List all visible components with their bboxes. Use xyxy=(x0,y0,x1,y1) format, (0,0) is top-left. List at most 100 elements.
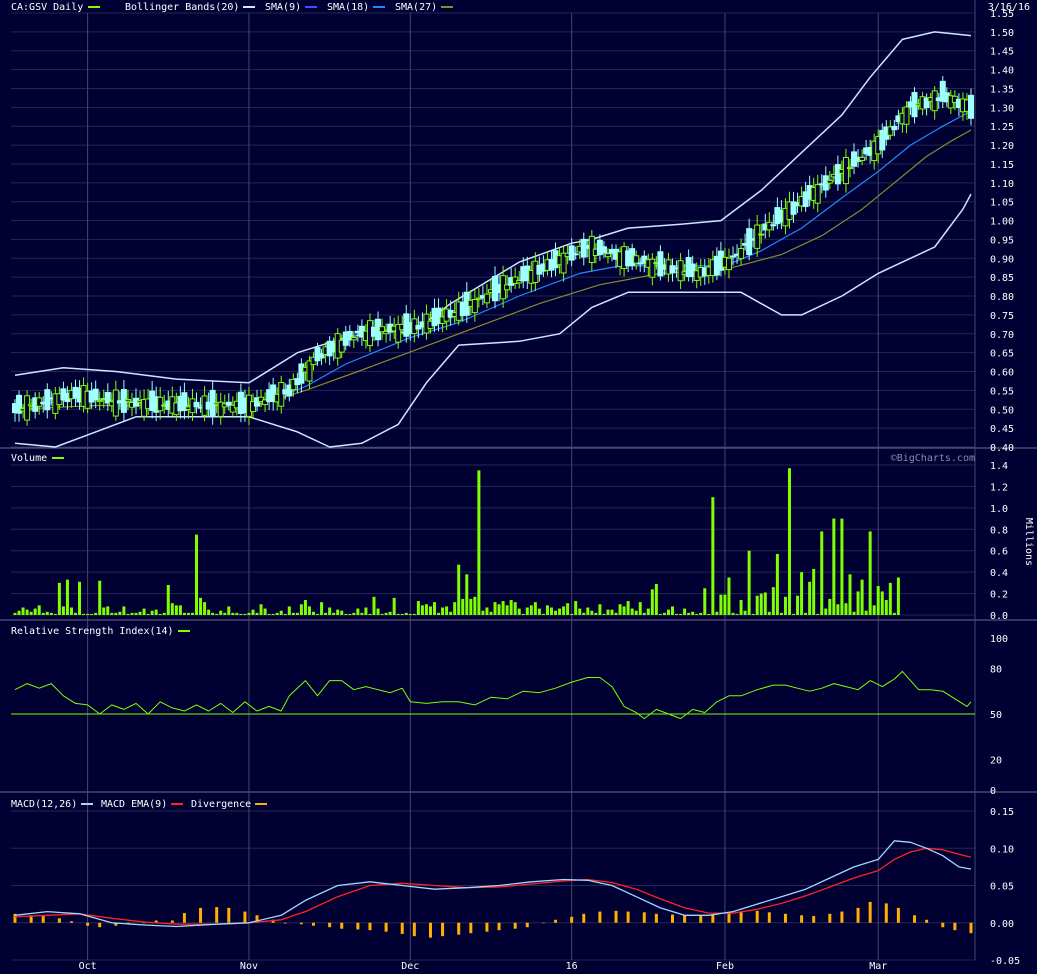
divergence-bar xyxy=(356,922,360,930)
volume-bar xyxy=(53,613,57,615)
candle-body xyxy=(758,233,765,236)
candle-body xyxy=(471,299,478,314)
y-tick-label: 1.55 xyxy=(990,9,1014,20)
volume-bar xyxy=(884,600,888,615)
divergence-bar xyxy=(767,912,771,923)
divergence-bar xyxy=(642,912,646,923)
rsi-legend-label: Relative Strength Index(14) xyxy=(11,626,174,637)
volume-bar xyxy=(336,609,340,615)
volume-bar xyxy=(570,613,574,615)
volume-bar xyxy=(110,612,114,615)
volume-bar xyxy=(521,613,525,615)
volume-bar xyxy=(691,611,695,615)
volume-bar xyxy=(876,586,880,615)
volume-bar xyxy=(61,606,65,615)
volume-bar xyxy=(771,587,775,615)
divergence-bar xyxy=(41,916,45,923)
candle-body xyxy=(92,388,99,401)
volume-bar xyxy=(598,604,602,615)
y-tick-label: 0.55 xyxy=(990,386,1014,397)
y-tick-label: 0.95 xyxy=(990,235,1014,246)
volume-bar xyxy=(687,612,691,615)
volume-bar xyxy=(529,605,533,615)
volume-bar xyxy=(634,610,638,615)
volume-bar xyxy=(549,607,553,615)
volume-bar xyxy=(98,580,102,615)
divergence-bar xyxy=(170,920,174,923)
candle-body xyxy=(968,94,974,119)
candle-body xyxy=(572,253,579,256)
divergence-bar xyxy=(626,911,630,923)
divergence-bar xyxy=(98,922,102,928)
volume-bar xyxy=(461,598,465,615)
volume-bar xyxy=(767,611,771,615)
volume-bar xyxy=(311,611,315,615)
divergence-bar xyxy=(783,913,787,923)
volume-bar xyxy=(150,610,154,615)
y-tick-label: 80 xyxy=(990,664,1002,675)
macd-legend-label: MACD(12,26) xyxy=(11,799,77,810)
volume-bar xyxy=(658,613,662,615)
divergence-bar xyxy=(570,916,574,923)
volume-bar xyxy=(195,534,199,615)
volume-bar xyxy=(174,605,178,615)
candle-body xyxy=(483,293,490,304)
volume-bar xyxy=(130,612,134,615)
divergence-bar xyxy=(953,922,957,931)
y-tick-label: 20 xyxy=(990,756,1002,767)
candle-body xyxy=(568,245,575,261)
volume-bar xyxy=(29,611,33,615)
volume-bar xyxy=(231,612,235,615)
volume-bar xyxy=(840,518,844,615)
y-tick-label: 100 xyxy=(990,634,1008,645)
volume-bar xyxy=(211,612,215,615)
volume-bar xyxy=(122,606,126,615)
volume-bar xyxy=(610,609,614,615)
volume-bar xyxy=(872,605,876,615)
x-tick-label: Dec xyxy=(401,961,419,970)
volume-bar xyxy=(142,608,146,615)
divergence-bar xyxy=(311,922,315,926)
candle-body xyxy=(24,395,31,421)
volume-bar xyxy=(816,613,820,615)
divergence-bar xyxy=(541,922,545,924)
candle-body xyxy=(600,246,607,254)
divergence-bar xyxy=(86,922,90,926)
divergence-bar xyxy=(525,922,529,928)
volume-bar xyxy=(671,606,675,615)
divergence-bar xyxy=(812,916,816,923)
divergence-bar xyxy=(412,922,416,937)
y-tick-label: 0.05 xyxy=(990,882,1014,893)
y-tick-label: 0.6 xyxy=(990,547,1008,558)
x-tick-label: Feb xyxy=(716,961,734,970)
volume-bar xyxy=(864,610,868,615)
volume-bar xyxy=(715,611,719,615)
candle-body xyxy=(193,401,200,408)
volume-bar xyxy=(433,602,437,615)
candle-body xyxy=(730,255,737,258)
volume-bar xyxy=(662,612,666,615)
volume-bar xyxy=(804,612,808,615)
macd-legend-label: MACD EMA(9) xyxy=(101,799,167,810)
volume-bar xyxy=(666,609,670,615)
candle-body xyxy=(738,247,745,260)
volume-bar xyxy=(856,591,860,615)
y-tick-label: 0.40 xyxy=(990,443,1014,454)
divergence-bar xyxy=(497,922,501,931)
volume-bar xyxy=(707,613,711,615)
candle-body xyxy=(157,396,164,412)
volume-bar xyxy=(735,613,739,615)
volume-bar xyxy=(299,604,303,615)
volume-bar xyxy=(558,608,562,615)
y-tick-label: -0.05 xyxy=(990,956,1020,967)
volume-bar xyxy=(360,612,364,615)
volume-bar xyxy=(578,608,582,615)
volume-bar xyxy=(255,612,259,615)
volume-bar xyxy=(279,610,283,615)
volume-bar xyxy=(630,608,634,615)
volume-bar xyxy=(78,581,82,615)
volume-bar xyxy=(223,612,227,615)
volume-bar xyxy=(328,607,332,615)
macd-legend-label: Divergence xyxy=(191,799,251,810)
divergence-bar xyxy=(582,913,586,923)
